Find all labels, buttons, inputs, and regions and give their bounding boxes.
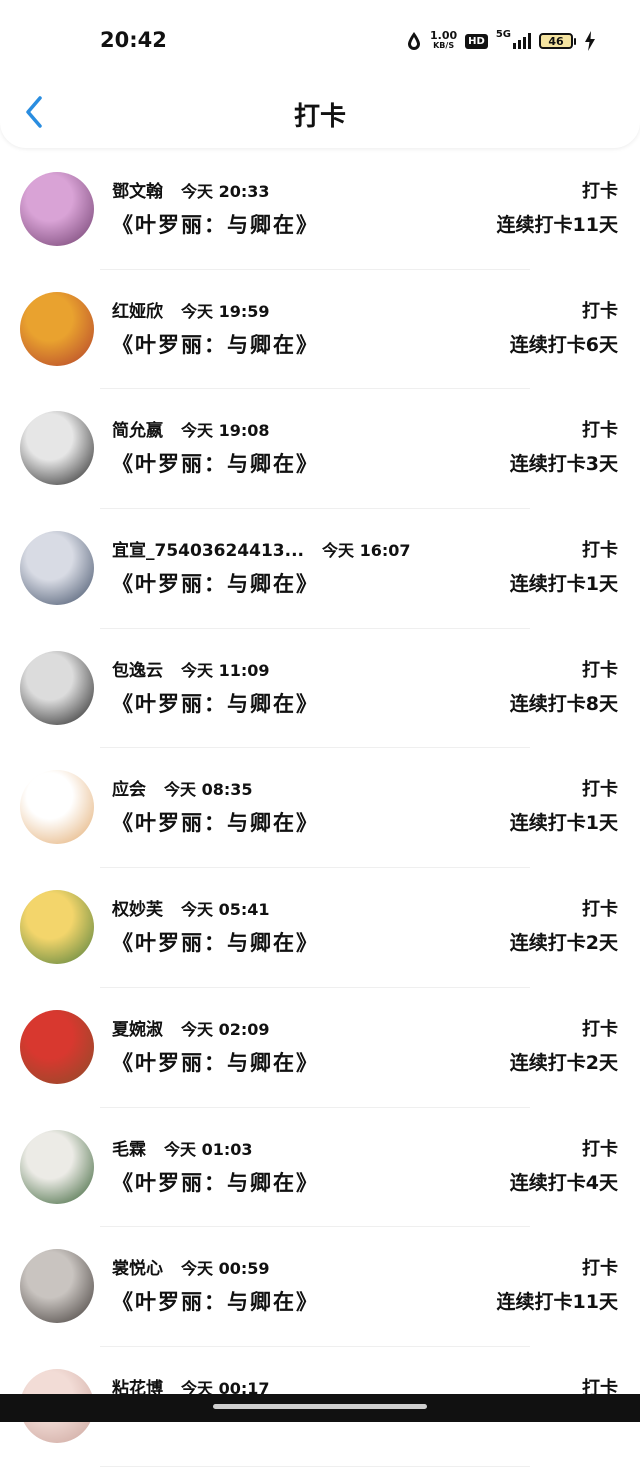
status-time: 20:42 (100, 28, 167, 52)
user-name[interactable]: 宜宣_75403624413... (112, 536, 304, 561)
charging-icon (585, 31, 595, 51)
page-title: 打卡 (293, 102, 346, 132)
status-icons: 1.00 KB/S HD 5G 46 (406, 28, 596, 54)
streak-count: 连续打卡3天 (509, 453, 618, 476)
book-title[interactable]: 《叶罗丽：与卿在》 (112, 1286, 319, 1316)
list-item[interactable]: 宜宣_75403624413... 今天 16:07 《叶罗丽：与卿在》 打卡 … (0, 509, 640, 629)
checkin-time: 今天 19:59 (181, 301, 270, 321)
list-item[interactable]: 裳悦心 今天 00:59 《叶罗丽：与卿在》 打卡 连续打卡11天 (0, 1227, 640, 1347)
checkin-time: 今天 20:33 (181, 182, 270, 201)
streak-count: 连续打卡1天 (509, 573, 618, 596)
book-title[interactable]: 《叶罗丽：与卿在》 (112, 688, 319, 718)
avatar[interactable] (20, 291, 94, 366)
avatar[interactable] (20, 650, 94, 725)
streak-count: 连续打卡6天 (509, 333, 618, 356)
entry-header: 包逸云 今天 11:09 (112, 656, 270, 681)
entry-header: 毛霖 今天 01:03 (112, 1135, 253, 1160)
user-name[interactable]: 红娅欣 (112, 297, 163, 322)
streak-count: 连续打卡2天 (509, 1051, 618, 1074)
streak-count: 连续打卡11天 (496, 1291, 618, 1314)
data-saver-icon (408, 32, 421, 50)
list-item[interactable]: 应会 今天 08:35 《叶罗丽：与卿在》 打卡 连续打卡1天 (0, 748, 640, 869)
checkin-list: 鄧文翰 今天 20:33 《叶罗丽：与卿在》 打卡 连续打卡11天 红娅欣 今天… (0, 150, 640, 1467)
avatar[interactable] (20, 1129, 94, 1204)
checkin-time: 今天 05:41 (181, 900, 270, 920)
battery-level: 46 (539, 33, 573, 49)
checkin-button[interactable]: 打卡 (582, 1135, 618, 1161)
entry-header: 应会 今天 08:35 (112, 775, 253, 800)
checkin-time: 今天 02:09 (181, 1019, 270, 1039)
checkin-time: 今天 08:35 (164, 780, 253, 800)
checkin-button[interactable]: 打卡 (582, 775, 618, 801)
checkin-button[interactable]: 打卡 (582, 895, 618, 921)
checkin-button[interactable]: 打卡 (582, 656, 618, 682)
home-indicator[interactable] (213, 1404, 427, 1409)
entry-header: 鄧文翰 今天 20:33 (112, 177, 270, 202)
list-item[interactable]: 权妙芙 今天 05:41 《叶罗丽：与卿在》 打卡 连续打卡2天 (0, 868, 640, 988)
entry-header: 权妙芙 今天 05:41 (112, 895, 270, 920)
list-item[interactable]: 包逸云 今天 11:09 《叶罗丽：与卿在》 打卡 连续打卡8天 (0, 629, 640, 749)
book-title[interactable]: 《叶罗丽：与卿在》 (112, 927, 319, 957)
checkin-button[interactable]: 打卡 (582, 177, 618, 203)
checkin-button[interactable]: 打卡 (582, 297, 618, 323)
book-title[interactable]: 《叶罗丽：与卿在》 (112, 329, 319, 359)
battery-icon: 46 (539, 33, 576, 49)
avatar[interactable] (20, 172, 94, 246)
network-speed: 1.00 KB/S (430, 29, 458, 51)
user-name[interactable]: 简允嬴 (112, 416, 163, 441)
hd-icon: HD (465, 33, 488, 49)
user-name[interactable]: 夏婉淑 (112, 1015, 163, 1040)
user-name[interactable]: 鄧文翰 (112, 177, 163, 202)
book-title[interactable]: 《叶罗丽：与卿在》 (112, 568, 319, 598)
streak-count: 连续打卡11天 (496, 214, 618, 236)
entry-header: 裳悦心 今天 00:59 (112, 1254, 270, 1279)
checkin-button[interactable]: 打卡 (582, 536, 618, 562)
entry-header: 宜宣_75403624413... 今天 16:07 (112, 536, 411, 561)
entry-header: 夏婉淑 今天 02:09 (112, 1015, 270, 1040)
list-item[interactable]: 毛霖 今天 01:03 《叶罗丽：与卿在》 打卡 连续打卡4天 (0, 1108, 640, 1228)
checkin-button[interactable]: 打卡 (582, 1254, 618, 1280)
signal-icon (513, 33, 531, 49)
avatar[interactable] (20, 1249, 94, 1324)
checkin-button[interactable]: 打卡 (582, 416, 618, 442)
checkin-time: 今天 01:03 (164, 1139, 253, 1159)
avatar[interactable] (20, 1009, 94, 1084)
checkin-time: 今天 16:07 (322, 541, 411, 561)
book-title[interactable]: 《叶罗丽：与卿在》 (112, 1167, 319, 1197)
checkin-time: 今天 19:08 (181, 421, 270, 441)
user-name[interactable]: 毛霖 (112, 1135, 146, 1160)
streak-count: 连续打卡2天 (509, 932, 618, 955)
net-speed-value: 1.00 (430, 29, 458, 42)
streak-count: 连续打卡4天 (509, 1171, 618, 1194)
book-title[interactable]: 《叶罗丽：与卿在》 (112, 807, 319, 837)
book-title[interactable]: 《叶罗丽：与卿在》 (112, 209, 319, 239)
system-nav-bar (0, 1394, 640, 1422)
streak-count: 连续打卡1天 (509, 812, 618, 835)
avatar[interactable] (20, 890, 94, 965)
app-header: 20:42 1.00 KB/S HD 5G 46 打卡 (0, 0, 640, 148)
list-item[interactable]: 鄧文翰 今天 20:33 《叶罗丽：与卿在》 打卡 连续打卡11天 (0, 150, 640, 270)
avatar[interactable] (20, 411, 94, 486)
checkin-button[interactable]: 打卡 (582, 1015, 618, 1041)
list-item[interactable]: 简允嬴 今天 19:08 《叶罗丽：与卿在》 打卡 连续打卡3天 (0, 389, 640, 510)
user-name[interactable]: 权妙芙 (112, 895, 163, 920)
divider (100, 1465, 530, 1467)
entry-header: 红娅欣 今天 19:59 (112, 297, 270, 322)
network-type: 5G (495, 28, 511, 40)
streak-count: 连续打卡8天 (509, 692, 618, 715)
entry-header: 简允嬴 今天 19:08 (112, 416, 270, 441)
avatar[interactable] (20, 531, 94, 606)
list-item[interactable]: 红娅欣 今天 19:59 《叶罗丽：与卿在》 打卡 连续打卡6天 (0, 270, 640, 390)
list-item[interactable]: 夏婉淑 今天 02:09 《叶罗丽：与卿在》 打卡 连续打卡2天 (0, 988, 640, 1108)
net-speed-unit: KB/S (433, 41, 455, 50)
checkin-time: 今天 11:09 (181, 660, 270, 680)
book-title[interactable]: 《叶罗丽：与卿在》 (112, 1047, 319, 1077)
checkin-time: 今天 00:59 (181, 1259, 270, 1279)
user-name[interactable]: 裳悦心 (112, 1254, 163, 1279)
user-name[interactable]: 包逸云 (112, 656, 163, 681)
avatar[interactable] (20, 770, 94, 845)
book-title[interactable]: 《叶罗丽：与卿在》 (112, 448, 319, 478)
user-name[interactable]: 应会 (112, 775, 146, 800)
